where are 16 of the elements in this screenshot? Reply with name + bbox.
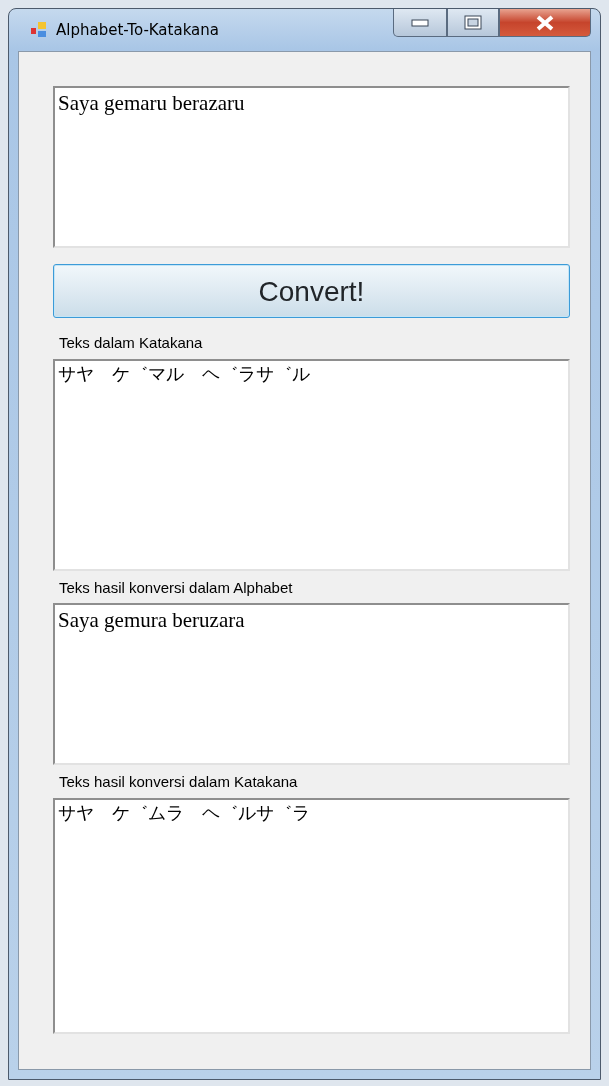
field-label: Teks hasil konversi dalam Alphabet [59, 577, 294, 598]
minimize-icon [411, 18, 429, 27]
app-icon [30, 21, 48, 39]
field-label: Teks hasil konversi dalam Katakana [59, 772, 299, 792]
convert-button[interactable]: Convert! [53, 264, 570, 318]
close-icon [535, 14, 555, 31]
output-text-field[interactable]: サヤ ケ゛ムラ ヘ゛ルサ゛ラ [53, 797, 570, 1034]
output-text-field[interactable]: サヤ ケ゛マル ヘ゛ラサ゛ル [53, 358, 570, 571]
close-button[interactable] [499, 9, 591, 37]
output-text-field[interactable]: Saya gemura beruzara [53, 603, 570, 765]
minimize-button[interactable] [393, 9, 447, 37]
maximize-icon [464, 15, 482, 30]
window-title: Alphabet-To-Katakana [56, 19, 219, 41]
field-label: Teks dalam Katakana [59, 333, 204, 353]
maximize-button[interactable] [447, 9, 499, 37]
input-text-field[interactable]: Saya gemaru berazaru [53, 86, 570, 248]
